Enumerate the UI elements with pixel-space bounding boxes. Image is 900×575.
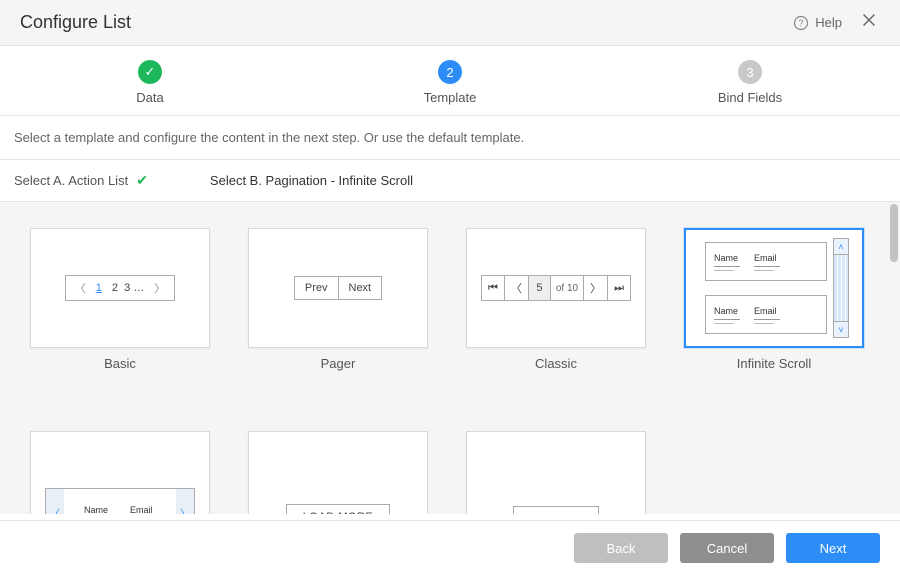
next-cell: Next — [339, 277, 382, 299]
col-email: Email — [754, 306, 780, 316]
mini-carousel: 〈 Name Email 〉 — [45, 488, 195, 514]
help-label: Help — [815, 15, 842, 30]
mini-card: Name Email — [705, 295, 827, 334]
prev-cell: Prev — [295, 277, 339, 299]
help-link[interactable]: ? Help — [793, 15, 842, 31]
help-icon: ? — [793, 15, 809, 31]
template-infinite-scroll[interactable]: Name Email Name Email ˄ ˅ I — [684, 228, 864, 371]
template-label: Classic — [535, 356, 577, 371]
chevron-right-icon: 〉 — [584, 276, 608, 300]
col-name: Name — [714, 306, 740, 316]
mini-scrollbar: ˄ ˅ — [833, 238, 849, 338]
wizard-stepper: ✓ Data 2 Template 3 Bind Fields — [0, 46, 900, 116]
step-number: 3 — [746, 65, 753, 80]
step-data[interactable]: ✓ Data — [0, 60, 300, 105]
template-grid: 〈 1 2 3 … 〉 Basic Prev Next Pager — [30, 228, 870, 514]
template-blank[interactable] — [466, 431, 646, 514]
mini-load-more: LOAD MORE — [286, 504, 391, 514]
template-label: Pager — [321, 356, 356, 371]
chevron-right-icon: 〉 — [154, 280, 165, 296]
page-current: 1 — [96, 282, 102, 294]
template-gallery: 〈 1 2 3 … 〉 Basic Prev Next Pager — [0, 202, 900, 514]
dialog-header: Configure List ? Help — [0, 0, 900, 46]
template-classic[interactable]: ⏮ 〈 5 of 10 〉 ⏭ Classic — [466, 228, 646, 371]
template-pager[interactable]: Prev Next Pager — [248, 228, 428, 371]
dialog-footer: Back Cancel Next — [0, 520, 900, 575]
first-page-icon: ⏮ — [482, 276, 505, 300]
carousel-card: Name Email — [64, 489, 176, 514]
chevron-up-icon: ˄ — [834, 239, 848, 255]
svg-text:?: ? — [799, 18, 804, 28]
mini-pagination-basic: 〈 1 2 3 … 〉 — [65, 275, 175, 301]
chevron-down-icon: ˅ — [834, 321, 848, 337]
template-preview: Prev Next — [248, 228, 428, 348]
chevron-right-icon: 〉 — [176, 489, 194, 514]
step-bind-fields[interactable]: 3 Bind Fields — [600, 60, 900, 105]
next-button[interactable]: Next — [786, 533, 880, 563]
col-email: Email — [754, 253, 780, 263]
step-number: 2 — [446, 65, 453, 80]
close-button[interactable] — [858, 13, 880, 32]
back-button[interactable]: Back — [574, 533, 668, 563]
page-number: 5 — [529, 276, 551, 300]
select-a-label: Select A. Action List — [14, 173, 128, 188]
template-label: Infinite Scroll — [737, 356, 811, 371]
mini-blank-box — [513, 506, 599, 514]
close-icon — [862, 13, 876, 27]
sub-step-row: Select A. Action List ✔ Select B. Pagina… — [0, 160, 900, 202]
check-icon: ✔ — [136, 172, 148, 189]
step-label: Data — [136, 90, 163, 105]
header-actions: ? Help — [793, 13, 880, 32]
step-circle-active: 2 — [438, 60, 462, 84]
template-preview: LOAD MORE — [248, 431, 428, 514]
chevron-left-icon: 〈 — [46, 489, 64, 514]
select-a-action-list[interactable]: Select A. Action List ✔ — [14, 172, 148, 189]
col-name: Name — [714, 253, 740, 263]
mini-card: Name Email — [705, 242, 827, 281]
mini-scroll-content: Name Email Name Email — [699, 238, 833, 338]
step-circle-inactive: 3 — [738, 60, 762, 84]
cancel-button[interactable]: Cancel — [680, 533, 774, 563]
page-total: of 10 — [551, 276, 584, 300]
template-preview: Name Email Name Email ˄ ˅ — [684, 228, 864, 348]
template-preview: 〈 Name Email 〉 — [30, 431, 210, 514]
template-carousel[interactable]: 〈 Name Email 〉 — [30, 431, 210, 514]
template-preview: ⏮ 〈 5 of 10 〉 ⏭ — [466, 228, 646, 348]
check-icon: ✓ — [145, 64, 156, 80]
col-email: Email — [130, 505, 156, 514]
template-preview — [466, 431, 646, 514]
mini-infinite-scroll: Name Email Name Email ˄ ˅ — [699, 238, 849, 338]
step-label: Template — [424, 90, 477, 105]
scrollbar-thumb[interactable] — [890, 204, 898, 262]
last-page-icon: ⏭ — [608, 276, 630, 300]
mini-pagination-pager: Prev Next — [294, 276, 382, 300]
pages-rest: 2 3 … — [112, 282, 144, 294]
scroll-track — [834, 255, 848, 321]
template-load-more[interactable]: LOAD MORE — [248, 431, 428, 514]
step-template[interactable]: 2 Template — [300, 60, 600, 105]
chevron-left-icon: 〈 — [505, 276, 529, 300]
step-circle-done: ✓ — [138, 60, 162, 84]
chevron-left-icon: 〈 — [75, 280, 86, 296]
template-preview: 〈 1 2 3 … 〉 — [30, 228, 210, 348]
select-b-pagination[interactable]: Select B. Pagination - Infinite Scroll — [210, 173, 413, 188]
instruction-text: Select a template and configure the cont… — [0, 116, 900, 160]
template-basic[interactable]: 〈 1 2 3 … 〉 Basic — [30, 228, 210, 371]
col-name: Name — [84, 505, 110, 514]
dialog-title: Configure List — [20, 12, 131, 33]
step-label: Bind Fields — [718, 90, 782, 105]
mini-pagination-classic: ⏮ 〈 5 of 10 〉 ⏭ — [481, 275, 631, 301]
template-label: Basic — [104, 356, 136, 371]
